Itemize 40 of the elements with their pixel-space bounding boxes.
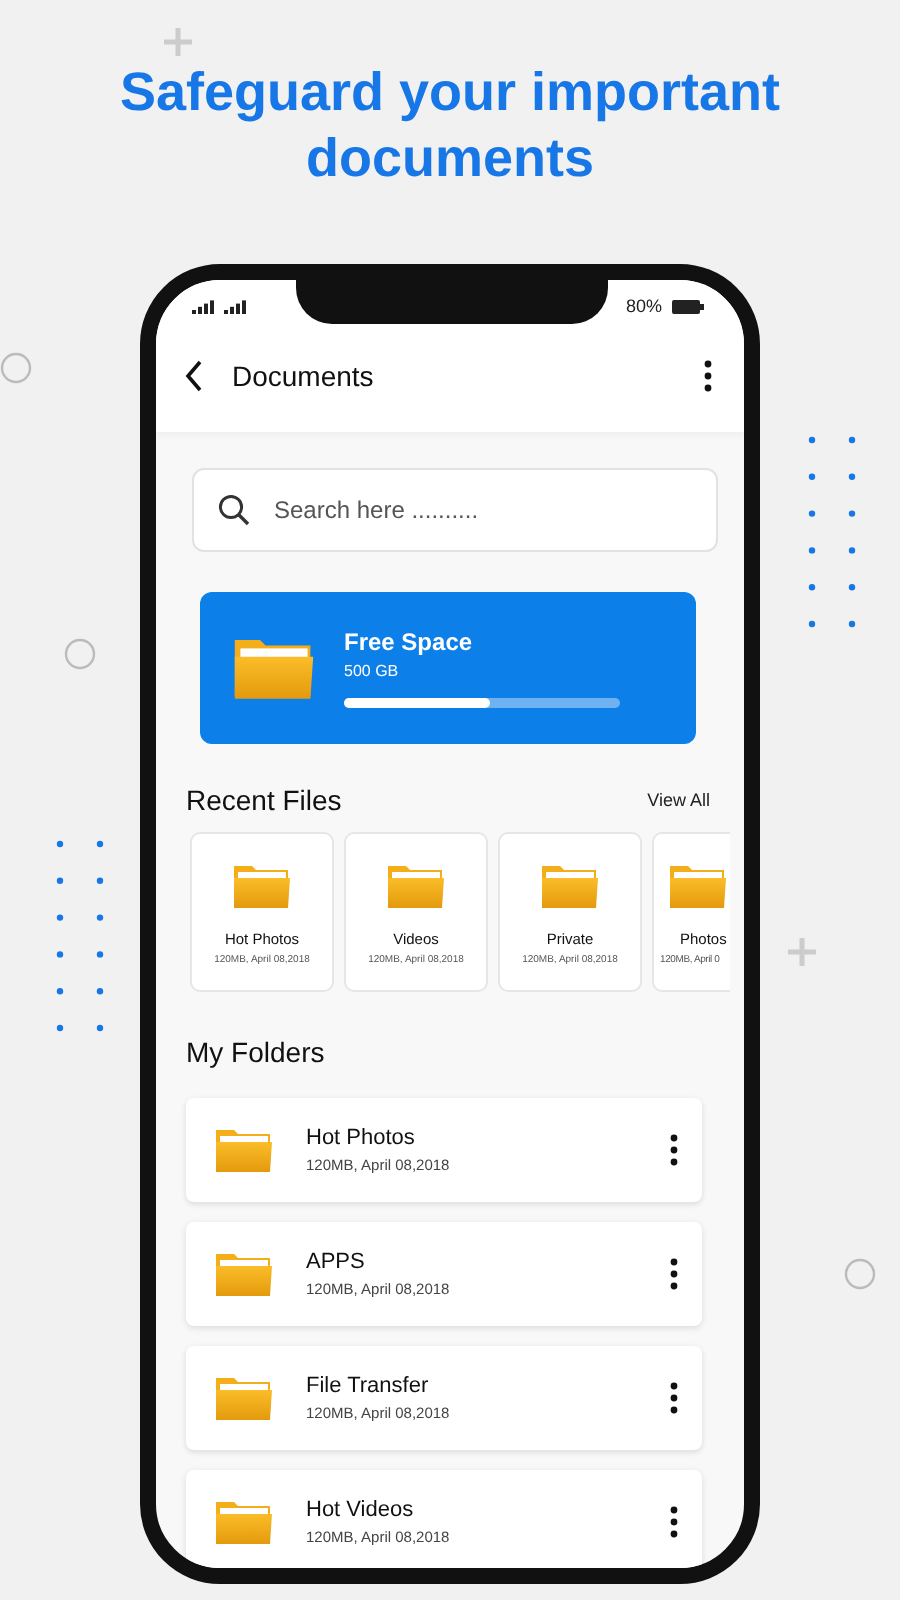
- battery-icon: [672, 299, 704, 313]
- circle-drawing: [844, 1258, 876, 1290]
- circle-drawing: [64, 638, 96, 670]
- folder-icon: [214, 1374, 274, 1422]
- folder-name: Hot Videos: [306, 1498, 416, 1522]
- kebab-icon: [670, 1382, 678, 1414]
- folder-name: Hot Photos: [306, 1126, 417, 1150]
- section-title: My Folders: [186, 1036, 325, 1068]
- more-button[interactable]: [700, 356, 716, 396]
- kebab-icon: [704, 360, 712, 392]
- screen-title: Documents: [232, 360, 376, 392]
- folder-name: File Transfer: [306, 1374, 431, 1398]
- folder-icon: [386, 862, 446, 910]
- circle-drawing: [0, 352, 32, 384]
- storage-size: 500 GB: [344, 662, 401, 680]
- search-field[interactable]: Search here ..........: [192, 468, 718, 552]
- view-all-link[interactable]: View All: [647, 790, 710, 810]
- kebab-icon: [670, 1506, 678, 1538]
- plus-drawing: [164, 28, 192, 56]
- folder-name: APPS: [306, 1250, 367, 1274]
- section-title: Recent Files: [186, 784, 342, 816]
- more-button[interactable]: [666, 1254, 682, 1294]
- more-button[interactable]: [666, 1130, 682, 1170]
- back-icon[interactable]: [184, 360, 204, 392]
- folder-icon: [540, 862, 600, 910]
- folder-icon: [232, 634, 316, 702]
- more-button[interactable]: [666, 1502, 682, 1542]
- kebab-icon: [670, 1258, 678, 1290]
- folder-icon: [214, 1498, 274, 1546]
- storage-title: Free Space: [344, 628, 475, 656]
- battery-percent: 80%: [625, 296, 662, 316]
- folder-icon: [668, 862, 728, 910]
- folder-icon: [214, 1250, 274, 1298]
- plus-drawing: [788, 938, 816, 966]
- folder-icon: [214, 1126, 274, 1174]
- headline: Safeguard your important documents: [117, 60, 783, 192]
- more-button[interactable]: [666, 1378, 682, 1418]
- search-icon: [218, 494, 250, 526]
- kebab-icon: [670, 1134, 678, 1166]
- folder-icon: [232, 862, 292, 910]
